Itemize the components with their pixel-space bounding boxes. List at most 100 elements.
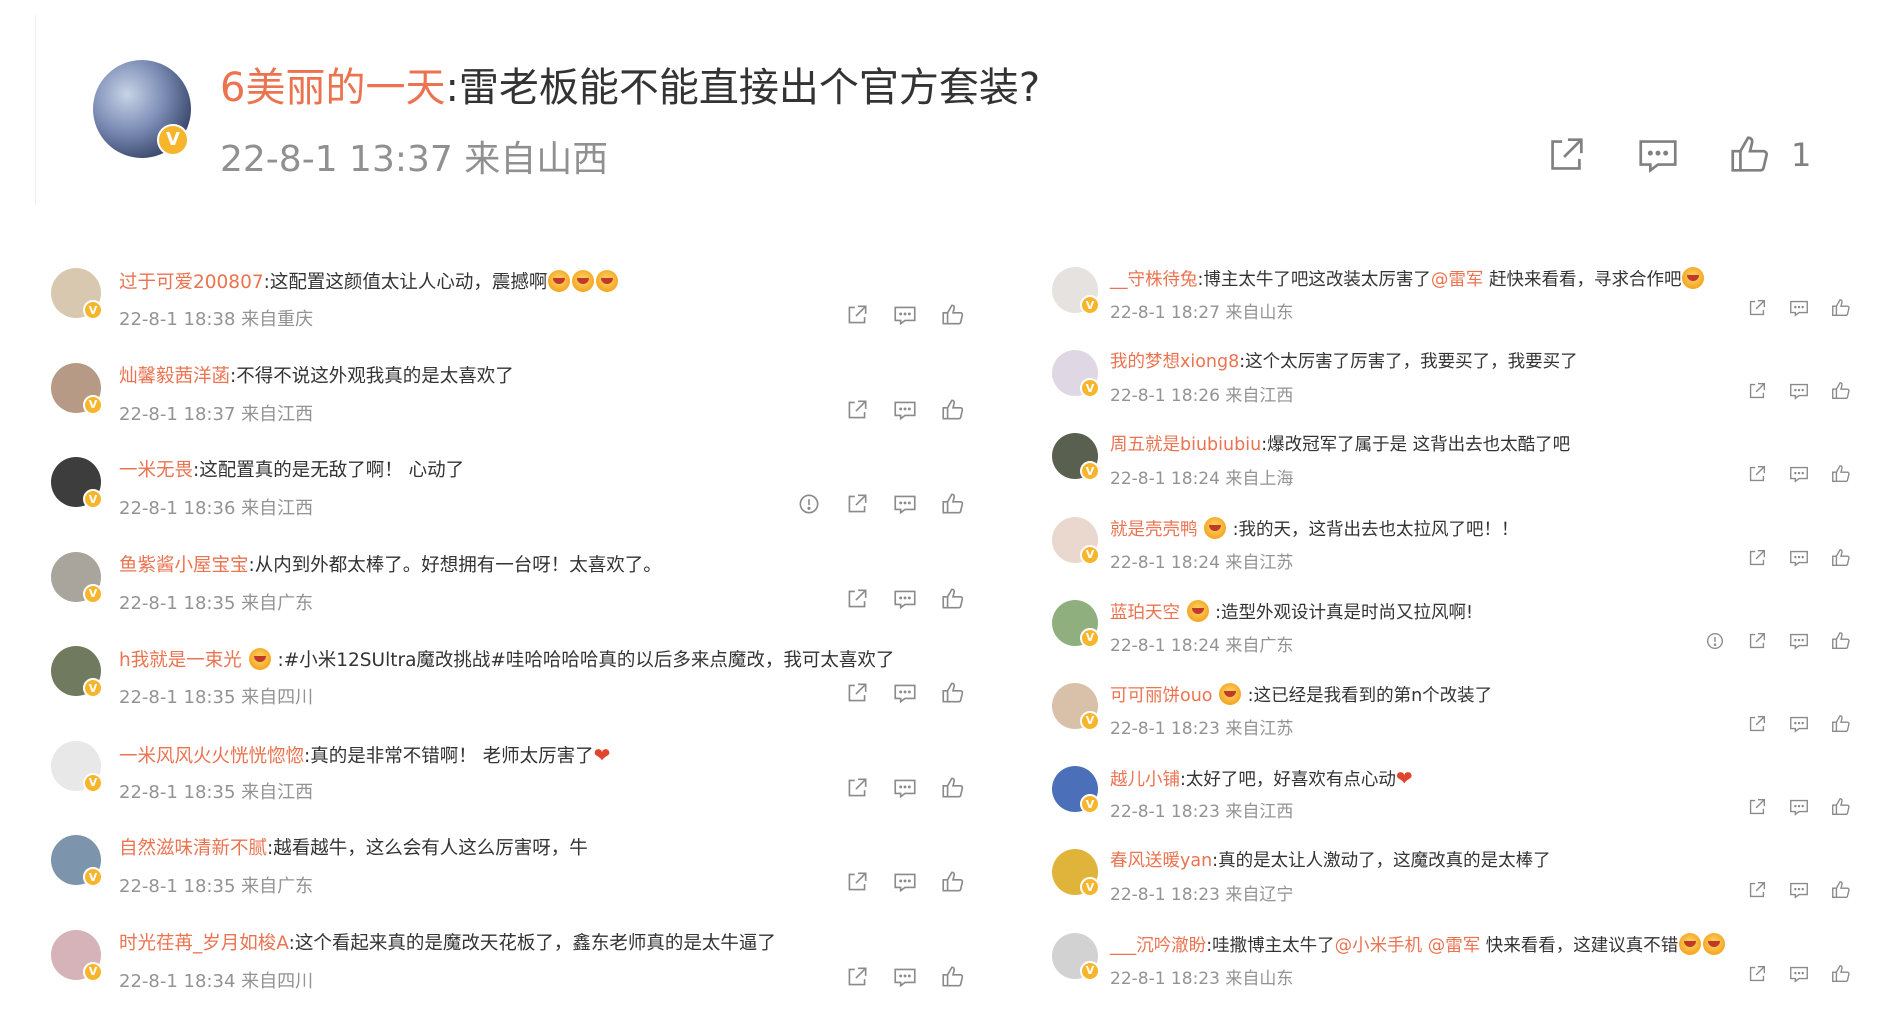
comment-icon[interactable] [1788,713,1810,735]
comment-icon[interactable] [1788,380,1810,402]
avatar[interactable]: V [51,930,101,980]
mention-link[interactable]: @雷军 [1431,270,1484,290]
comment-icon[interactable] [1788,963,1810,985]
avatar[interactable]: V [1052,350,1098,396]
share-icon[interactable] [1746,713,1768,735]
report-icon[interactable] [796,491,822,517]
avatar[interactable]: V [51,552,101,602]
share-icon[interactable] [1746,547,1768,569]
share-icon[interactable] [1543,132,1589,178]
share-icon[interactable] [844,397,870,423]
comment-author-link[interactable]: 我的梦想xiong8 [1110,352,1239,372]
post-author-link[interactable]: 6美丽的一天 [220,65,445,111]
share-icon[interactable] [844,302,870,328]
comment-author-link[interactable]: 过于可爱200807 [119,272,264,293]
like-icon[interactable] [940,491,966,517]
like-icon[interactable] [940,586,966,612]
avatar[interactable]: V [1052,683,1098,729]
avatar[interactable]: V [1052,600,1098,646]
comment-text: 灿馨毅茜洋菡:不得不说这外观我真的是太喜欢了 [119,365,514,389]
comment-icon[interactable] [1788,463,1810,485]
avatar[interactable]: V [51,457,101,507]
like-icon[interactable] [1830,463,1852,485]
comment-author-link[interactable]: h我就是一束光 [119,650,242,671]
share-icon[interactable] [1746,463,1768,485]
comment-author-link[interactable]: 周五就是biubiubiu [1110,435,1261,455]
like-icon[interactable] [1727,132,1773,178]
comment-author-link[interactable]: 越儿小铺 [1110,770,1180,790]
share-icon[interactable] [844,491,870,517]
comment-icon[interactable] [892,302,918,328]
like-icon[interactable] [1830,879,1852,901]
like-icon[interactable] [1830,630,1852,652]
report-icon[interactable] [1704,630,1726,652]
comment-author-link[interactable]: 灿馨毅茜洋菡 [119,366,230,387]
like-icon[interactable] [940,869,966,895]
comment-author-link[interactable]: 就是壳壳鸭 [1110,520,1198,540]
avatar[interactable]: V [51,646,101,696]
avatar[interactable]: V [51,268,101,318]
comment-icon[interactable] [1788,547,1810,569]
comment-author-link[interactable]: ___沉吟澈盼 [1110,936,1206,956]
comment-author-link[interactable]: 一米无畏 [119,460,193,481]
comment-content: :这配置这颜值太让人心动，震撼啊 [264,272,548,293]
comment-author-link[interactable]: __守株待兔 [1110,270,1198,290]
comment-author-link[interactable]: 蓝珀天空 [1110,603,1180,623]
comment-icon[interactable] [1635,132,1681,178]
share-icon[interactable] [1746,796,1768,818]
share-icon[interactable] [1746,963,1768,985]
avatar[interactable]: V [51,835,101,885]
comment-icon[interactable] [892,964,918,990]
comment-icon[interactable] [892,397,918,423]
like-icon[interactable] [1830,713,1852,735]
share-icon[interactable] [844,964,870,990]
like-icon[interactable] [940,775,966,801]
comment-icon[interactable] [1788,630,1810,652]
like-icon[interactable] [1830,796,1852,818]
share-icon[interactable] [844,775,870,801]
share-icon[interactable] [1746,879,1768,901]
comment-meta: 22-8-1 18:35 来自广东 [119,589,313,615]
comment-author-link[interactable]: 自然滋味清新不腻 [119,838,267,859]
share-icon[interactable] [844,680,870,706]
share-icon[interactable] [1746,380,1768,402]
avatar[interactable]: V [51,741,101,791]
avatar[interactable]: V [1052,517,1098,563]
comment-icon[interactable] [1788,796,1810,818]
comment-icon[interactable] [892,680,918,706]
avatar[interactable]: V [1052,433,1098,479]
comment-icon[interactable] [892,586,918,612]
like-icon[interactable] [1830,963,1852,985]
like-icon[interactable] [1830,297,1852,319]
comment-icon[interactable] [1788,879,1810,901]
comment-author-link[interactable]: 时光荏苒_岁月如梭A [119,933,289,954]
share-icon[interactable] [844,869,870,895]
avatar[interactable]: V [93,60,191,158]
avatar[interactable]: V [51,363,101,413]
comment-author-link[interactable]: 一米风风火火恍恍惚惚 [119,746,304,767]
share-icon[interactable] [844,586,870,612]
comment-icon[interactable] [1788,297,1810,319]
like-icon[interactable] [940,397,966,423]
like-icon[interactable] [940,302,966,328]
avatar[interactable]: V [1052,933,1098,979]
avatar[interactable]: V [1052,849,1098,895]
comment-icon[interactable] [892,775,918,801]
comment-item: V一米无畏:这配置真的是无敌了啊！ 心动了22-8-1 18:36 来自江西 [51,457,966,552]
comment-author-link[interactable]: 春风送暖yan [1110,851,1212,871]
like-icon[interactable] [1830,380,1852,402]
mention-link[interactable]: @小米手机 @雷军 [1335,936,1481,956]
share-icon[interactable] [1746,297,1768,319]
comment-icon[interactable] [892,869,918,895]
avatar[interactable]: V [1052,267,1098,313]
comment-author-link[interactable]: 鱼紫酱小屋宝宝 [119,555,249,576]
comment-author-link[interactable]: 可可丽饼ouo [1110,686,1213,706]
share-icon[interactable] [1746,630,1768,652]
like-icon[interactable] [940,964,966,990]
comment-icon[interactable] [892,491,918,517]
like-icon[interactable] [940,680,966,706]
avatar[interactable]: V [1052,766,1098,812]
verified-badge-icon: V [83,962,103,982]
like-icon[interactable] [1830,547,1852,569]
comment-item: V我的梦想xiong8:这个太厉害了厉害了，我要买了，我要买了22-8-1 18… [1052,350,1852,433]
